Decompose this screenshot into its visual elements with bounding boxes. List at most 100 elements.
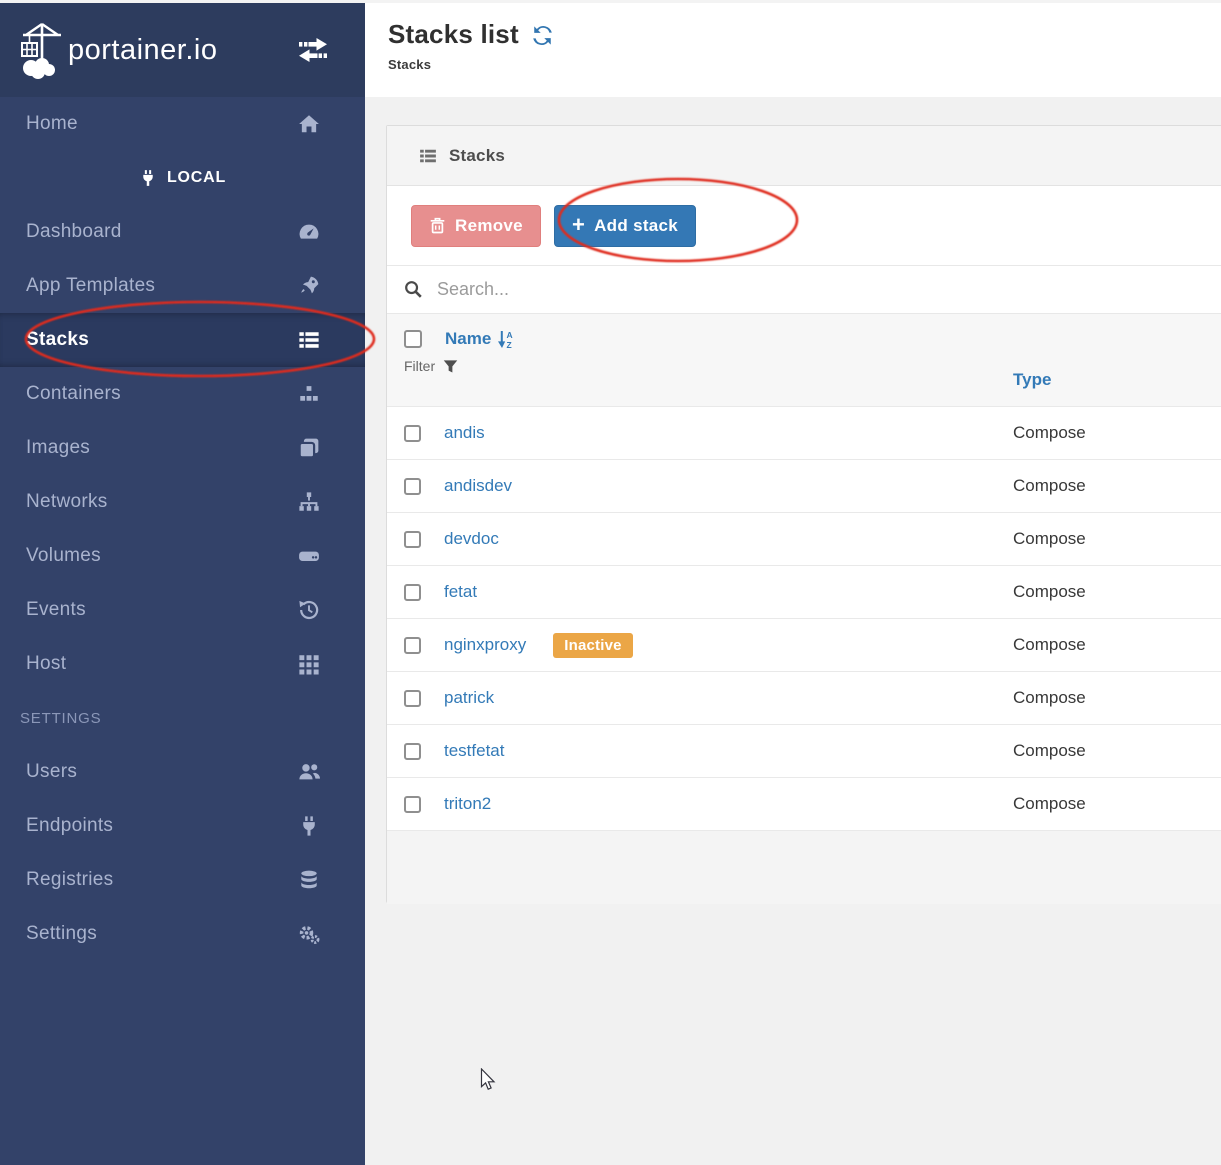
- sidebar-item-containers[interactable]: Containers: [0, 367, 365, 421]
- sidebar-header: portainer.io: [0, 3, 365, 97]
- sidebar-item-label: Users: [26, 761, 298, 783]
- dashboard-icon: [298, 221, 320, 243]
- table-row: nginxproxy Inactive Compose: [387, 618, 1221, 671]
- sidebar-item-label: Dashboard: [26, 221, 298, 243]
- svg-text:Z: Z: [507, 340, 512, 349]
- table-row: fetat Compose: [387, 565, 1221, 618]
- row-checkbox[interactable]: [404, 690, 421, 707]
- refresh-icon[interactable]: [531, 24, 554, 47]
- stack-link[interactable]: nginxproxy: [444, 635, 526, 655]
- stack-type: Compose: [1013, 741, 1086, 761]
- filter-funnel-icon[interactable]: [443, 359, 458, 374]
- row-checkbox[interactable]: [404, 743, 421, 760]
- sidebar-item-users[interactable]: Users: [0, 745, 365, 799]
- mouse-cursor: [480, 1068, 497, 1092]
- rocket-icon: [298, 275, 320, 297]
- endpoint-selector[interactable]: LOCAL: [0, 151, 365, 205]
- history-icon: [298, 599, 320, 621]
- settings-section-header: SETTINGS: [0, 691, 365, 745]
- row-checkbox[interactable]: [404, 637, 421, 654]
- filter-label: Filter: [404, 358, 435, 374]
- sidebar-item-events[interactable]: Events: [0, 583, 365, 637]
- sidebar-item-label: Home: [26, 113, 298, 135]
- stack-link[interactable]: andisdev: [444, 476, 512, 496]
- stack-type: Compose: [1013, 635, 1086, 655]
- cubes-icon: [298, 383, 320, 405]
- sidebar-item-settings[interactable]: Settings: [0, 907, 365, 961]
- breadcrumb[interactable]: Stacks: [388, 57, 1221, 72]
- sitemap-icon: [298, 491, 320, 513]
- plus-icon: +: [572, 214, 585, 236]
- sidebar: portainer.io Home LOCAL Dashboard: [0, 3, 365, 1165]
- stack-type: Compose: [1013, 476, 1086, 496]
- stack-type: Compose: [1013, 529, 1086, 549]
- table-row: testfetat Compose: [387, 724, 1221, 777]
- sidebar-item-label: Events: [26, 599, 298, 621]
- sidebar-item-volumes[interactable]: Volumes: [0, 529, 365, 583]
- sidebar-item-images[interactable]: Images: [0, 421, 365, 475]
- search-icon: [404, 280, 423, 299]
- sidebar-item-label: Registries: [26, 869, 298, 891]
- sidebar-item-label: Networks: [26, 491, 298, 513]
- stack-link[interactable]: fetat: [444, 582, 477, 602]
- stack-link[interactable]: devdoc: [444, 529, 499, 549]
- grid-icon: [298, 653, 320, 675]
- sidebar-item-label: App Templates: [26, 275, 298, 297]
- stack-link[interactable]: andis: [444, 423, 485, 443]
- portainer-logo-icon: [18, 21, 66, 79]
- row-checkbox[interactable]: [404, 584, 421, 601]
- table-header: Name AZ Filter Type: [387, 314, 1221, 406]
- sidebar-item-networks[interactable]: Networks: [0, 475, 365, 529]
- add-stack-button[interactable]: + Add stack: [554, 205, 696, 247]
- users-icon: [298, 761, 320, 783]
- row-checkbox[interactable]: [404, 425, 421, 442]
- row-checkbox[interactable]: [404, 531, 421, 548]
- sidebar-item-label: Containers: [26, 383, 298, 405]
- remove-button[interactable]: Remove: [411, 205, 541, 247]
- stack-type: Compose: [1013, 582, 1086, 602]
- stack-link[interactable]: patrick: [444, 688, 494, 708]
- sidebar-item-stacks[interactable]: Stacks: [0, 313, 365, 367]
- stack-type: Compose: [1013, 688, 1086, 708]
- table-row: triton2 Compose: [387, 777, 1221, 830]
- table-row: devdoc Compose: [387, 512, 1221, 565]
- endpoint-label: LOCAL: [167, 169, 226, 187]
- table-row: andisdev Compose: [387, 459, 1221, 512]
- stack-link[interactable]: triton2: [444, 794, 491, 814]
- sidebar-item-endpoints[interactable]: Endpoints: [0, 799, 365, 853]
- sidebar-item-label: Volumes: [26, 545, 298, 567]
- row-checkbox[interactable]: [404, 478, 421, 495]
- page-header: Stacks list Stacks: [365, 3, 1221, 97]
- trash-icon: [429, 217, 446, 234]
- stack-type: Compose: [1013, 423, 1086, 443]
- hdd-icon: [298, 545, 320, 567]
- toolbar: Remove + Add stack: [387, 186, 1221, 266]
- row-checkbox[interactable]: [404, 796, 421, 813]
- status-badge-inactive: Inactive: [553, 633, 632, 658]
- sidebar-item-host[interactable]: Host: [0, 637, 365, 691]
- sidebar-toggle-icon[interactable]: [297, 37, 329, 63]
- svg-text:A: A: [507, 330, 513, 340]
- select-all-checkbox[interactable]: [404, 330, 422, 348]
- list-grid-icon: [419, 147, 437, 165]
- panel-title: Stacks: [449, 146, 505, 166]
- plug-icon: [298, 815, 320, 837]
- remove-button-label: Remove: [455, 216, 523, 236]
- stack-link[interactable]: testfetat: [444, 741, 504, 761]
- page-title: Stacks list: [388, 19, 519, 50]
- column-header-name[interactable]: Name AZ: [445, 329, 514, 349]
- search-input[interactable]: [437, 279, 837, 300]
- panel-header: Stacks: [387, 126, 1221, 186]
- database-icon: [298, 869, 320, 891]
- column-header-type[interactable]: Type: [1013, 370, 1051, 390]
- sidebar-item-label: Stacks: [26, 329, 298, 351]
- sidebar-item-label: Endpoints: [26, 815, 298, 837]
- sidebar-item-app-templates[interactable]: App Templates: [0, 259, 365, 313]
- sidebar-item-home[interactable]: Home: [0, 97, 365, 151]
- sidebar-item-label: Images: [26, 437, 298, 459]
- search-bar: [387, 266, 1221, 314]
- sidebar-item-registries[interactable]: Registries: [0, 853, 365, 907]
- sidebar-item-dashboard[interactable]: Dashboard: [0, 205, 365, 259]
- stacks-panel: Stacks Remove + Add stack Name AZ: [386, 125, 1221, 903]
- gears-icon: [298, 923, 320, 945]
